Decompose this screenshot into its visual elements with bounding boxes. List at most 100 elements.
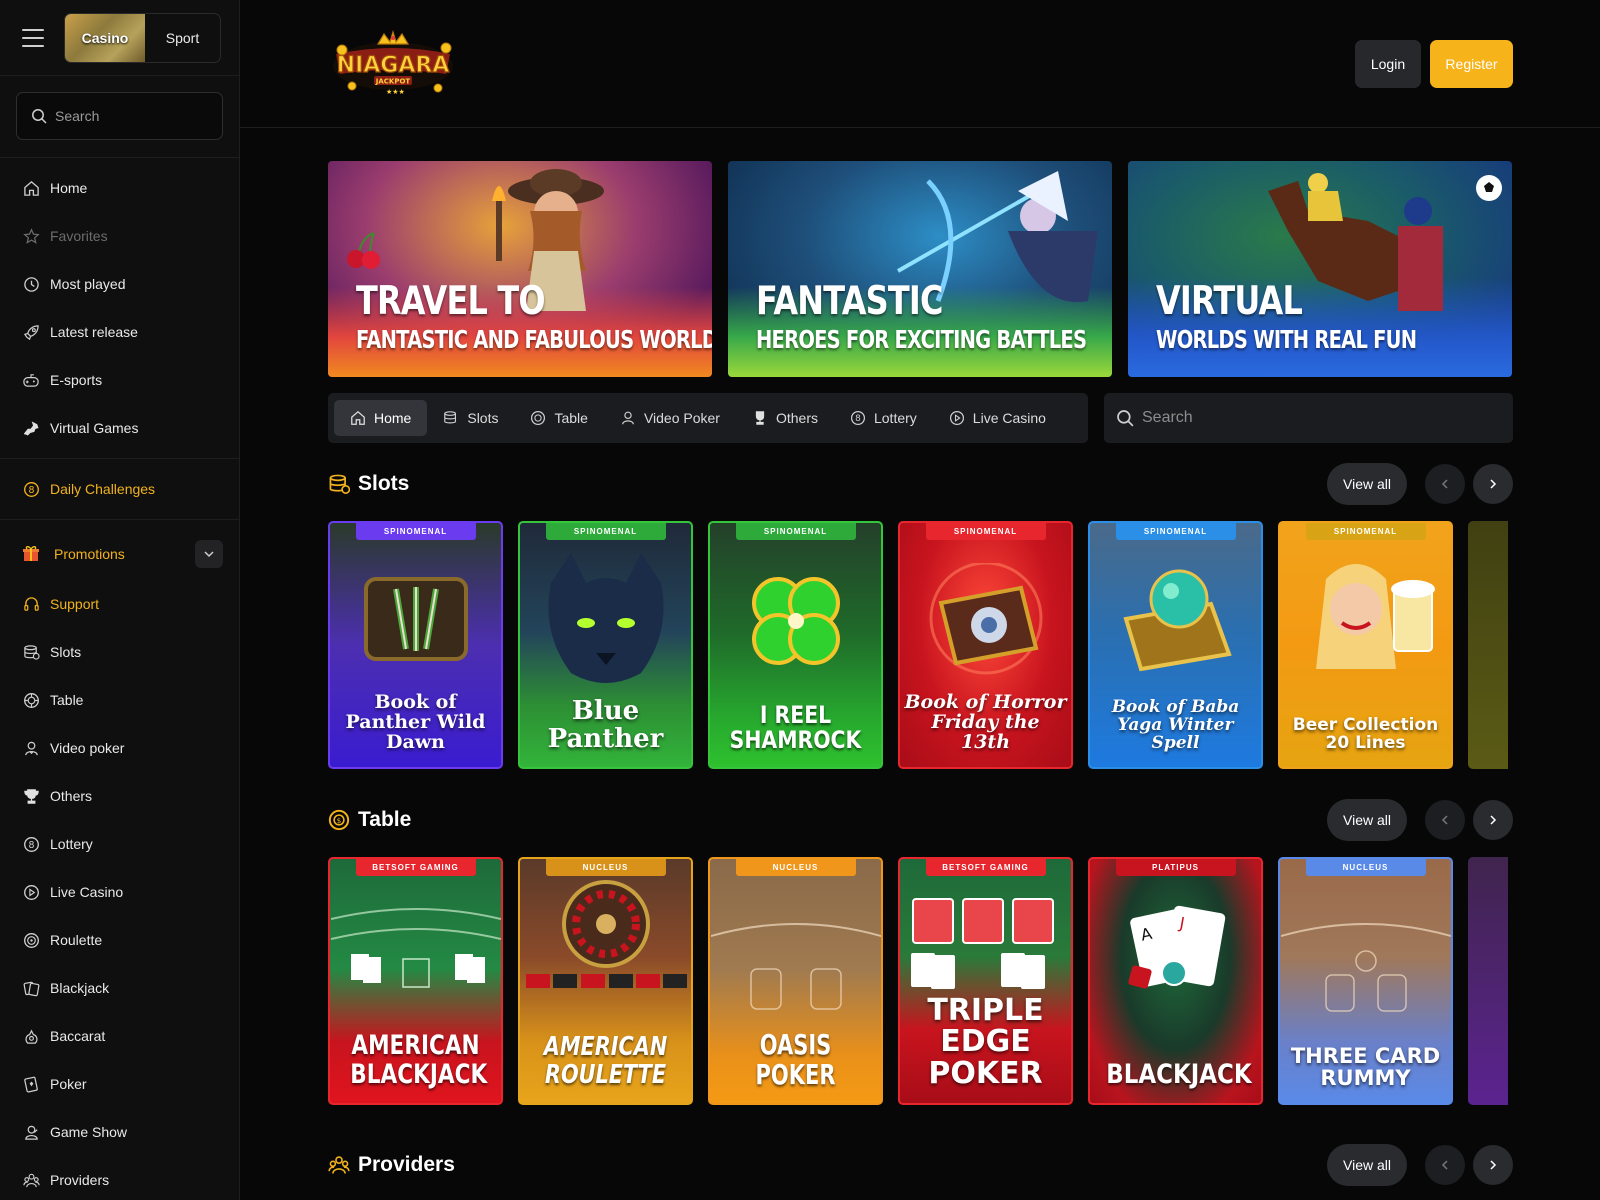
- sidebar-search-placeholder: Search: [55, 108, 100, 124]
- tab-table[interactable]: Table: [514, 400, 603, 436]
- tab-lottery[interactable]: 8 Lottery: [834, 400, 933, 436]
- gamepad-icon: [22, 371, 40, 389]
- game-title: THREE CARD RUMMY: [1290, 1043, 1441, 1090]
- game-card-american-roulette[interactable]: NUCLEUS AMERICAN ROULETTE: [518, 857, 693, 1105]
- sidebar-item-label: Live Casino: [50, 884, 124, 900]
- game-card-partial[interactable]: [1468, 521, 1508, 769]
- sidebar-item-promotions[interactable]: Promotions: [0, 528, 239, 580]
- sidebar-item-label: Daily Challenges: [50, 481, 156, 497]
- providers-next-button[interactable]: [1473, 1145, 1513, 1185]
- oasis-table-art: [710, 923, 881, 1010]
- game-card-oasis-poker[interactable]: NUCLEUS OASIS POKER: [708, 857, 883, 1105]
- play-circle-icon: [22, 883, 40, 901]
- chip-icon: [530, 410, 546, 426]
- chip-icon: [22, 691, 40, 709]
- sidebar-item-label: Poker: [50, 1076, 87, 1092]
- game-card-book-of-horror[interactable]: SPINOMENAL Book of Horror Friday the 13t…: [898, 521, 1073, 769]
- sidebar-item-live-casino[interactable]: Live Casino: [0, 868, 239, 916]
- providers-view-all-button[interactable]: View all: [1327, 1144, 1407, 1186]
- sidebar-item-table[interactable]: Table: [0, 676, 239, 724]
- sidebar-secondary: Promotions Support Slots Table Video pok…: [0, 520, 239, 1200]
- sidebar-item-others[interactable]: Others: [0, 772, 239, 820]
- game-card-blue-panther[interactable]: SPINOMENAL Blue Panther: [518, 521, 693, 769]
- game-card-book-of-baba-yaga[interactable]: SPINOMENAL Book of Baba Yaga Winter Spel…: [1088, 521, 1263, 769]
- hamburger-menu-icon[interactable]: [22, 28, 44, 47]
- sidebar-item-lottery[interactable]: 8 Lottery: [0, 820, 239, 868]
- sidebar-item-latest-release[interactable]: Latest release: [0, 308, 239, 356]
- roulette-wheel-art: [525, 880, 687, 988]
- sidebar-item-daily-challenges[interactable]: 8 Daily Challenges: [0, 465, 239, 513]
- sidebar-item-poker[interactable]: Poker: [0, 1060, 239, 1108]
- slots-prev-button[interactable]: [1425, 464, 1465, 504]
- sidebar-item-support[interactable]: Support: [0, 580, 239, 628]
- provider-badge: SPINOMENAL: [925, 523, 1046, 540]
- slots-view-all-button[interactable]: View all: [1327, 463, 1407, 505]
- sidebar-item-label: Home: [50, 180, 88, 196]
- game-title: AMERICAN ROULETTE: [543, 1032, 668, 1090]
- sidebar-item-favorites[interactable]: Favorites: [0, 212, 239, 260]
- banner-title: TRAVEL TO: [356, 279, 546, 324]
- providers-prev-button[interactable]: [1425, 1145, 1465, 1185]
- game-card-american-blackjack[interactable]: BETSOFT GAMING AMERICAN BLACKJACK: [328, 857, 503, 1105]
- table-next-button[interactable]: [1473, 800, 1513, 840]
- sidebar-item-home[interactable]: Home: [0, 164, 239, 212]
- promo-banner-travel[interactable]: TRAVEL TO FANTASTIC AND FABULOUS WORLDS: [328, 161, 712, 377]
- home-icon: [350, 410, 366, 426]
- tab-home[interactable]: Home: [334, 400, 428, 436]
- game-title: TRIPLE EDGE POKER: [927, 992, 1044, 1091]
- register-button[interactable]: Register: [1430, 40, 1513, 88]
- game-card-partial[interactable]: [1468, 857, 1508, 1105]
- login-button[interactable]: Login: [1355, 40, 1421, 88]
- horse-icon: [22, 419, 40, 437]
- providers-icon: [328, 1156, 350, 1174]
- casino-mode-button[interactable]: Casino: [65, 13, 145, 62]
- mode-switch: Casino Sport: [64, 12, 221, 63]
- sidebar-item-providers[interactable]: Providers: [0, 1156, 239, 1200]
- sidebar-item-most-played[interactable]: Most played: [0, 260, 239, 308]
- search-icon: [1117, 410, 1134, 427]
- sidebar-item-blackjack[interactable]: Blackjack: [0, 964, 239, 1012]
- table-view-all-button[interactable]: View all: [1327, 799, 1407, 841]
- game-title: Beer Collection 20 Lines: [1292, 715, 1439, 754]
- promo-banner-virtual[interactable]: VIRTUAL WORLDS WITH REAL FUN: [1128, 161, 1512, 377]
- tab-live-casino[interactable]: Live Casino: [933, 400, 1062, 436]
- sidebar-item-e-sports[interactable]: E-sports: [0, 356, 239, 404]
- game-card-blackjack[interactable]: PLATIPUS AJ BLACKJACK: [1088, 857, 1263, 1105]
- game-title: Book of Panther Wild Dawn: [345, 691, 486, 754]
- sidebar-item-label: Support: [50, 596, 100, 612]
- provider-badge: NUCLEUS: [735, 859, 856, 876]
- sidebar-item-video-poker[interactable]: Video poker: [0, 724, 239, 772]
- sidebar-item-game-show[interactable]: Game Show: [0, 1108, 239, 1156]
- game-card-three-card-rummy[interactable]: NUCLEUS THREE CARD RUMMY: [1278, 857, 1453, 1105]
- slots-next-button[interactable]: [1473, 464, 1513, 504]
- chip-icon: $: [328, 809, 350, 831]
- game-title: AMERICAN BLACKJACK: [350, 1030, 488, 1090]
- banner-subtitle: FANTASTIC AND FABULOUS WORLDS: [356, 325, 712, 354]
- game-card-beer-collection[interactable]: SPINOMENAL Beer Collection 20 Lines: [1278, 521, 1453, 769]
- sidebar-item-label: Slots: [50, 644, 82, 660]
- game-card-book-of-panther[interactable]: SPINOMENAL Book of Panther Wild Dawn: [328, 521, 503, 769]
- game-title: Blue Panther: [547, 696, 664, 754]
- sidebar-item-roulette[interactable]: Roulette: [0, 916, 239, 964]
- search-icon: [32, 109, 47, 124]
- provider-badge: NUCLEUS: [545, 859, 666, 876]
- tab-others[interactable]: Others: [736, 400, 834, 436]
- sidebar-search-input[interactable]: Search: [16, 92, 223, 140]
- expand-promotions-button[interactable]: [195, 540, 223, 568]
- promo-banner-heroes[interactable]: FANTASTIC HEROES FOR EXCITING BATTLES: [728, 161, 1112, 377]
- game-search-input[interactable]: Search: [1104, 393, 1513, 443]
- tab-label: Table: [554, 410, 588, 426]
- niagara-jackpot-logo[interactable]: NIAGARA JACKPOT ★★★: [328, 29, 458, 98]
- table-prev-button[interactable]: [1425, 800, 1465, 840]
- game-card-triple-edge-poker[interactable]: BETSOFT GAMING TRIPLE EDGE POKER: [898, 857, 1073, 1105]
- tab-slots[interactable]: Slots: [427, 400, 514, 436]
- game-title: OASIS POKER: [755, 1028, 836, 1091]
- sport-mode-button[interactable]: Sport: [145, 14, 220, 62]
- game-title: Book of Horror Friday the 13th: [904, 691, 1067, 754]
- tab-video-poker[interactable]: Video Poker: [604, 400, 736, 436]
- roulette-icon: [22, 931, 40, 949]
- game-card-i-reel-shamrock[interactable]: SPINOMENAL I REEL SHAMROCK: [708, 521, 883, 769]
- sidebar-item-slots[interactable]: Slots: [0, 628, 239, 676]
- sidebar-item-virtual-games[interactable]: Virtual Games: [0, 404, 239, 452]
- sidebar-item-baccarat[interactable]: Baccarat: [0, 1012, 239, 1060]
